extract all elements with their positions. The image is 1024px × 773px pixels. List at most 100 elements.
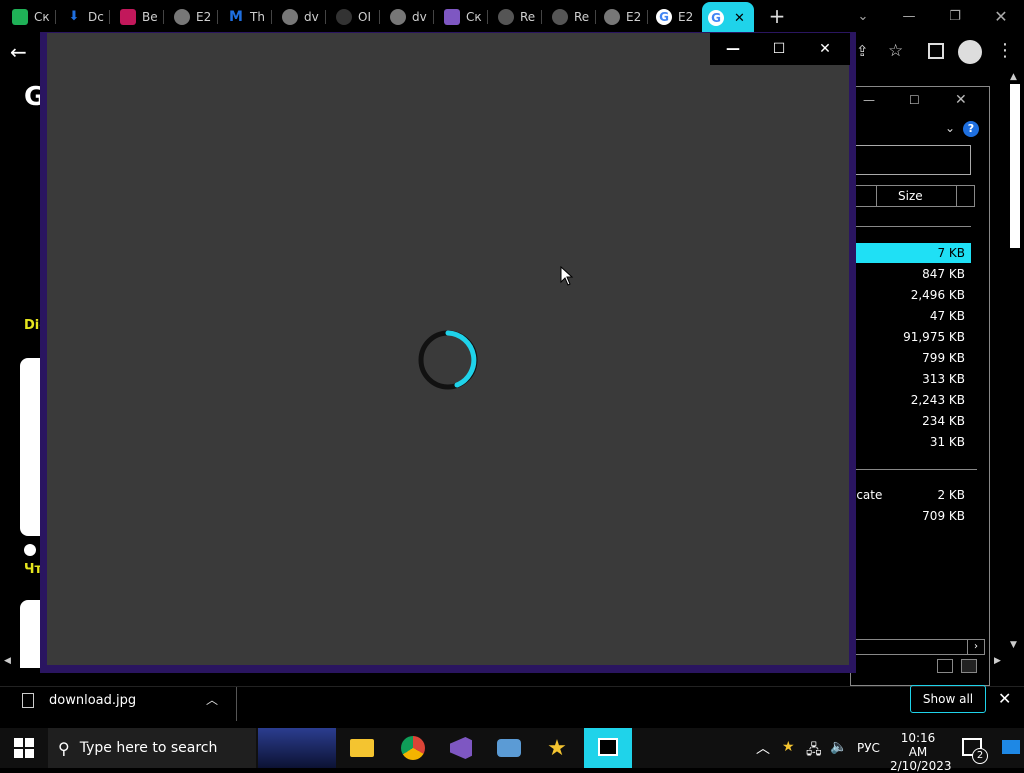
tab-12[interactable]: E2 xyxy=(604,4,648,30)
chevron-up-icon[interactable]: ︿ xyxy=(206,691,218,708)
minimize-icon[interactable]: — xyxy=(863,93,875,107)
horizontal-scrollbar[interactable]: › xyxy=(851,639,985,655)
chevron-right-icon[interactable]: › xyxy=(967,640,984,654)
chrome-icon[interactable] xyxy=(398,733,428,763)
tab-2[interactable]: ⬇ Dc xyxy=(66,4,110,30)
cursor-icon xyxy=(498,9,514,25)
file-size: 2,243 KB xyxy=(910,393,965,407)
details-view-icon[interactable] xyxy=(937,659,953,673)
share-icon[interactable]: ⇪ xyxy=(856,42,876,62)
large-icons-view-icon[interactable] xyxy=(961,659,977,673)
size-column-header[interactable]: Size xyxy=(898,189,923,203)
file-size: 709 KB xyxy=(922,509,965,523)
tab-label: Re xyxy=(520,10,536,24)
file-size: 847 KB xyxy=(922,267,965,281)
tab-4[interactable]: E2 xyxy=(174,4,218,30)
scroll-thumb[interactable] xyxy=(1010,84,1020,248)
avatar[interactable] xyxy=(958,40,982,64)
google-icon: G xyxy=(656,9,672,25)
column-header-row: Size xyxy=(851,185,975,207)
clock-date: 2/10/2023 xyxy=(890,759,952,773)
file-explorer-icon[interactable] xyxy=(348,733,378,763)
scroll-up-icon[interactable]: ▲ xyxy=(1010,72,1017,82)
tab-label: Dc xyxy=(88,10,104,24)
scroll-right-icon[interactable]: ▶ xyxy=(994,656,1001,666)
tab-active[interactable]: G ✕ xyxy=(702,2,754,34)
file-size: 313 KB xyxy=(922,372,965,386)
page-dot xyxy=(24,544,36,556)
star-icon[interactable]: ☆ xyxy=(888,41,908,61)
sidebar-icon[interactable] xyxy=(928,43,944,59)
language-indicator[interactable]: РУС xyxy=(857,741,880,755)
tab-9[interactable]: Ск xyxy=(444,4,488,30)
show-all-button[interactable]: Show all xyxy=(910,685,986,713)
show-desktop-icon[interactable] xyxy=(1002,740,1020,754)
clock[interactable]: 10:16 AM 2/10/2023 xyxy=(890,731,952,773)
start-button[interactable] xyxy=(14,738,34,758)
tab-8[interactable]: dv xyxy=(390,4,434,30)
minimize-button[interactable]: — xyxy=(710,33,756,65)
taskbar-search[interactable]: ⚲ Type here to search xyxy=(48,728,256,768)
new-tab-button[interactable]: + xyxy=(766,6,788,28)
scroll-left-icon[interactable]: ◀ xyxy=(4,656,11,666)
globe-icon xyxy=(604,9,620,25)
app-icon xyxy=(120,9,136,25)
download-filename[interactable]: download.jpg xyxy=(49,693,136,708)
photos-title-controls: — ☐ ✕ xyxy=(710,33,850,65)
close-icon[interactable]: ✕ xyxy=(990,6,1012,28)
file-size: 7 KB xyxy=(937,246,965,260)
star-app-icon[interactable]: ★ xyxy=(542,733,572,763)
maximize-button[interactable]: ☐ xyxy=(756,33,802,65)
back-arrow-icon[interactable]: ← xyxy=(10,40,34,64)
browser-tab-strip: Ск ⬇ Dc Be E2 M Th dv OI dv Ск Re Re E2 … xyxy=(0,0,1024,34)
tab-6[interactable]: dv xyxy=(282,4,326,30)
app-icon[interactable] xyxy=(494,733,524,763)
loading-spinner xyxy=(418,330,478,390)
tab-label: E2 xyxy=(678,10,694,24)
more-menu-icon[interactable]: ⋮ xyxy=(996,40,1014,64)
close-icon[interactable]: ✕ xyxy=(955,92,967,108)
photos-taskbar-button[interactable] xyxy=(584,728,632,768)
network-icon[interactable]: 🖧 xyxy=(806,739,822,763)
chevron-down-icon[interactable]: ⌄ xyxy=(852,6,874,28)
tab-7[interactable]: OI xyxy=(336,4,380,30)
search-input[interactable] xyxy=(851,145,971,175)
volume-icon[interactable]: 🔈 xyxy=(830,739,847,755)
tab-10[interactable]: Re xyxy=(498,4,542,30)
tab-11[interactable]: Re xyxy=(552,4,596,30)
m-icon: M xyxy=(228,9,244,25)
file-explorer-window: — ☐ ✕ ⌄ ? Size 7 KB 847 KB 2,496 KB 47 K… xyxy=(850,86,990,686)
search-placeholder: Type here to search xyxy=(79,740,218,756)
photos-viewer-window xyxy=(40,32,856,673)
file-size: 91,975 KB xyxy=(903,330,965,344)
maximize-icon[interactable]: ☐ xyxy=(909,93,920,107)
windows-icon xyxy=(14,738,34,758)
browser-page-left: G Dic Чт xyxy=(0,70,47,668)
chevron-up-icon[interactable]: ︿ xyxy=(756,738,770,758)
file-size: 799 KB xyxy=(922,351,965,365)
photos-icon xyxy=(598,738,618,756)
tab-label: Ск xyxy=(34,10,50,24)
t-app-icon xyxy=(12,9,28,25)
tab-5[interactable]: M Th xyxy=(228,4,272,30)
star-tray-icon[interactable]: ★ xyxy=(782,739,795,755)
close-tab-icon[interactable]: ✕ xyxy=(734,11,745,26)
tab-label: E2 xyxy=(626,10,642,24)
globe-icon xyxy=(174,9,190,25)
close-button[interactable]: ✕ xyxy=(802,33,848,65)
close-download-bar-icon[interactable]: ✕ xyxy=(998,689,1011,708)
visual-studio-icon[interactable] xyxy=(446,733,476,763)
chevron-down-icon[interactable]: ⌄ xyxy=(945,121,955,135)
file-icon xyxy=(22,693,34,708)
restore-icon[interactable]: ❐ xyxy=(944,6,966,28)
help-icon[interactable]: ? xyxy=(963,121,979,137)
tab-label: Th xyxy=(250,10,265,24)
search-icon: ⚲ xyxy=(58,738,70,758)
tab-1[interactable]: Ск xyxy=(12,4,56,30)
page-scrollbar[interactable]: ▲ ▼ xyxy=(1006,70,1024,668)
tab-3[interactable]: Be xyxy=(120,4,164,30)
tab-13[interactable]: G E2 xyxy=(656,4,698,30)
scroll-down-icon[interactable]: ▼ xyxy=(1010,640,1017,650)
minimize-icon[interactable]: — xyxy=(898,6,920,28)
file-size: 2 KB xyxy=(937,488,965,502)
